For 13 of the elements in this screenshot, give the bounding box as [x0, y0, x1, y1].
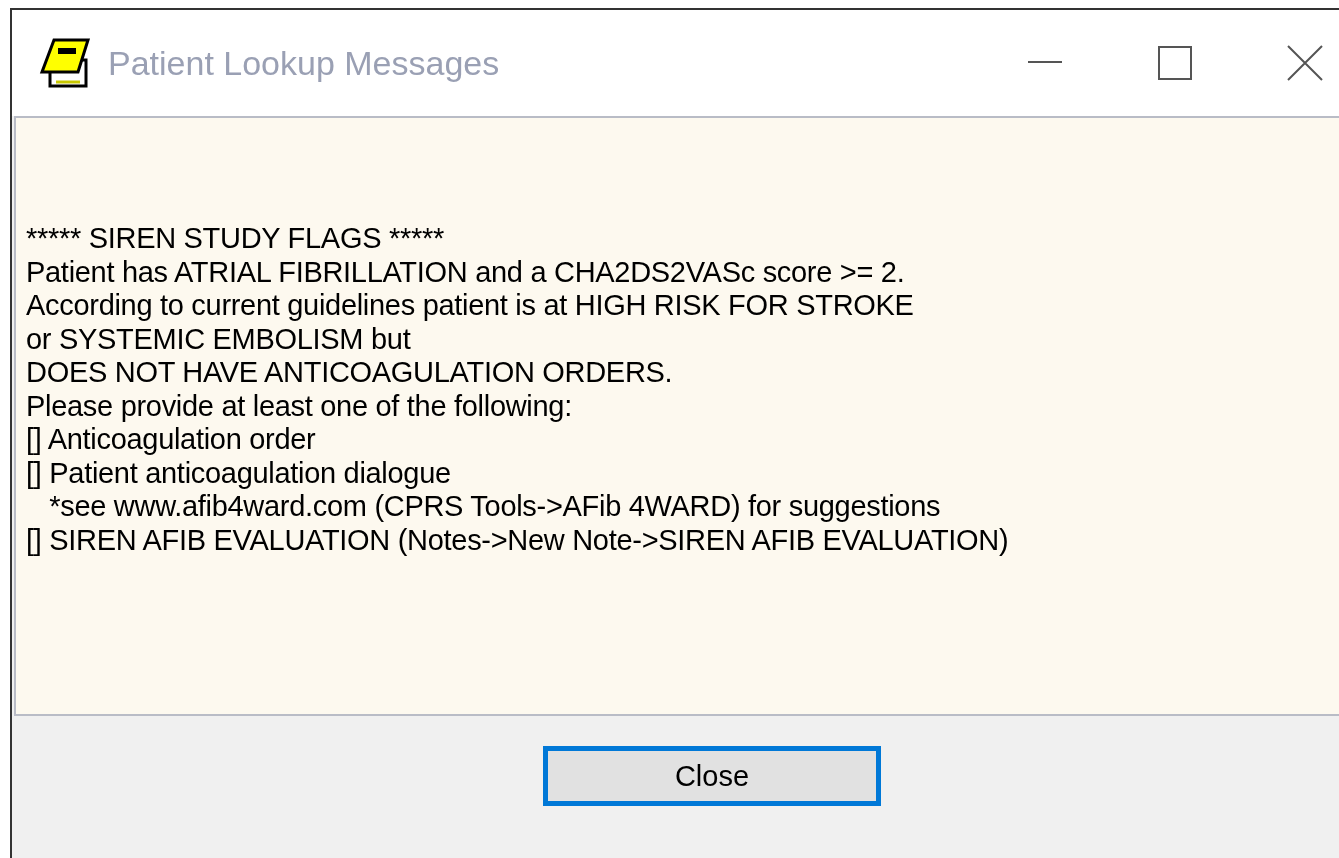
message-line: [] Anticoagulation order [26, 423, 317, 457]
notepad-icon [38, 36, 92, 90]
message-line: ***** SIREN STUDY FLAGS ***** [26, 222, 445, 256]
window-title: Patient Lookup Messages [108, 43, 501, 83]
message-line: Patient has ATRIAL FIBRILLATION and a CHA2DS2VASc score >= 2. [26, 255, 906, 289]
message-line: According to current guidelines patient is at HIGH RISK FOR STROKE [26, 289, 915, 323]
close-button[interactable]: Close [543, 746, 881, 806]
message-line: Please provide at least one of the following: [26, 389, 573, 423]
message-line: [] SIREN AFIB EVALUATION (Notes->New Note->SIREN AFIB EVALUATION) [26, 523, 1010, 557]
message-line: *see www.afib4ward.com (CPRS Tools->AFib 4WARD) for suggestions [48, 490, 942, 524]
message-line: or SYSTEMIC EMBOLISM but [26, 322, 412, 356]
message-line: DOES NOT HAVE ANTICOAGULATION ORDERS. [26, 356, 674, 390]
message-line: [] Patient anticoagulation dialogue [26, 456, 452, 490]
